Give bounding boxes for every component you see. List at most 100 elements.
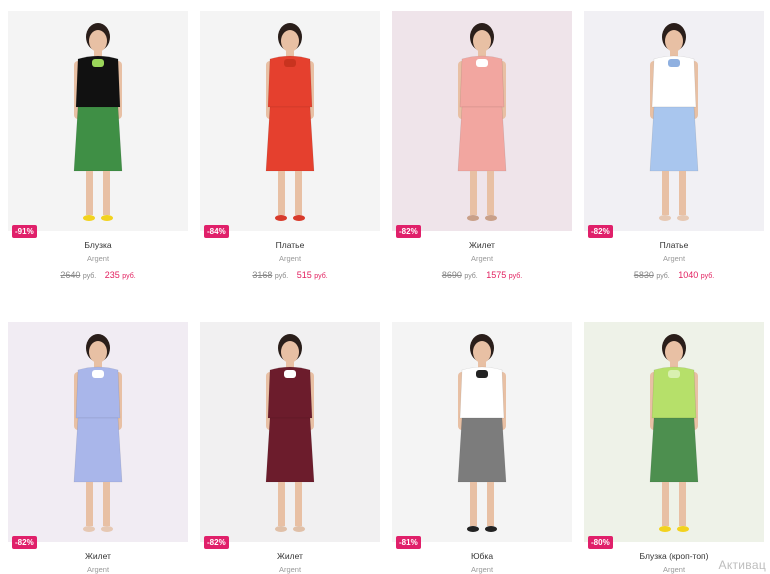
product-card[interactable]: -81% Юбка Argent (392, 322, 572, 574)
shoe-right-shape (485, 526, 497, 532)
leg-right-shape (487, 482, 494, 526)
old-price-currency: руб. (464, 273, 478, 280)
accent-shape (92, 59, 104, 67)
head-shape (281, 341, 299, 363)
activation-watermark: Активац (718, 558, 766, 572)
product-image[interactable] (8, 322, 188, 542)
model-illustration (457, 334, 507, 532)
product-name[interactable]: Платье (584, 240, 764, 250)
product-brand: Argent (278, 565, 302, 574)
accent-shape (668, 59, 680, 67)
discount-badge: -91% (12, 225, 37, 238)
shoe-right-shape (677, 215, 689, 221)
shoe-left-shape (275, 215, 287, 221)
shoe-left-shape (275, 526, 287, 532)
product-card[interactable]: -82% Платье Argent 5830 руб. 1040 руб. (584, 11, 764, 280)
accent-shape (668, 370, 680, 378)
product-card[interactable]: -84% Платье Argent 3168 руб. 515 руб. (200, 11, 380, 280)
bottom-garment-shape (73, 106, 123, 172)
product-card[interactable]: -82% Жилет Argent (8, 322, 188, 574)
product-image[interactable] (8, 11, 188, 231)
model-illustration (73, 23, 123, 221)
bottom-garment-shape (649, 417, 699, 483)
product-name[interactable]: Жилет (392, 240, 572, 250)
product-image[interactable] (200, 11, 380, 231)
product-brand: Argent (662, 254, 686, 263)
discount-badge: -82% (396, 225, 421, 238)
product-image[interactable] (392, 322, 572, 542)
bottom-garment-shape (265, 417, 315, 483)
old-price: 8690 (441, 270, 462, 280)
new-price: 235 (104, 270, 120, 280)
leg-right-shape (103, 171, 110, 215)
shoe-right-shape (101, 526, 113, 532)
product-name[interactable]: Блузка (8, 240, 188, 250)
new-price: 1575 (486, 270, 507, 280)
product-prices: 8690 руб. 1575 руб. (392, 270, 572, 280)
product-image[interactable] (392, 11, 572, 231)
product-name[interactable]: Жилет (8, 551, 188, 561)
head-shape (89, 341, 107, 363)
bottom-garment-shape (73, 417, 123, 483)
product-prices: 2640 руб. 235 руб. (8, 270, 188, 280)
product-brand: Argent (470, 254, 494, 263)
bottom-garment-shape (265, 106, 315, 172)
model-illustration (73, 334, 123, 532)
leg-right-shape (679, 482, 686, 526)
discount-badge: -82% (204, 536, 229, 549)
shoe-left-shape (659, 526, 671, 532)
product-name[interactable]: Платье (200, 240, 380, 250)
model-illustration (457, 23, 507, 221)
leg-right-shape (487, 171, 494, 215)
old-price: 2640 (60, 270, 81, 280)
model-illustration (649, 23, 699, 221)
head-shape (473, 30, 491, 52)
accent-shape (92, 370, 104, 378)
product-card[interactable]: -82% Жилет Argent (200, 322, 380, 574)
shoe-right-shape (293, 526, 305, 532)
bottom-garment-shape (457, 417, 507, 483)
new-price-currency: руб. (508, 273, 523, 280)
discount-badge: -81% (396, 536, 421, 549)
product-prices: 3168 руб. 515 руб. (200, 270, 380, 280)
leg-left-shape (470, 482, 477, 526)
product-brand: Argent (278, 254, 302, 263)
new-price: 515 (296, 270, 312, 280)
product-card[interactable]: -80% Блузка (кроп-топ) Argent (584, 322, 764, 574)
leg-left-shape (86, 171, 93, 215)
head-shape (665, 30, 683, 52)
product-brand: Argent (86, 565, 110, 574)
leg-left-shape (470, 171, 477, 215)
head-shape (473, 341, 491, 363)
accent-shape (284, 59, 296, 67)
product-name[interactable]: Юбка (392, 551, 572, 561)
discount-badge: -82% (588, 225, 613, 238)
product-card[interactable]: -91% Блузка Argent 2640 руб. 235 руб. (8, 11, 188, 280)
shoe-right-shape (101, 215, 113, 221)
leg-right-shape (679, 171, 686, 215)
new-price: 1040 (678, 270, 699, 280)
product-name[interactable]: Жилет (200, 551, 380, 561)
product-image[interactable] (200, 322, 380, 542)
product-image[interactable] (584, 11, 764, 231)
product-grid: -91% Блузка Argent 2640 руб. 235 руб. -8… (0, 0, 770, 574)
accent-shape (476, 59, 488, 67)
leg-right-shape (295, 482, 302, 526)
old-price-currency: руб. (656, 273, 670, 280)
leg-right-shape (103, 482, 110, 526)
old-price-currency: руб. (274, 273, 289, 280)
shoe-left-shape (659, 215, 671, 221)
shoe-right-shape (677, 526, 689, 532)
leg-left-shape (278, 171, 285, 215)
product-brand: Argent (86, 254, 110, 263)
product-image[interactable] (584, 322, 764, 542)
bottom-garment-shape (649, 106, 699, 172)
discount-badge: -84% (204, 225, 229, 238)
new-price-currency: руб. (122, 273, 136, 280)
head-shape (281, 30, 299, 52)
new-price-currency: руб. (700, 273, 715, 280)
leg-right-shape (295, 171, 302, 215)
accent-shape (476, 370, 488, 378)
leg-left-shape (278, 482, 285, 526)
product-card[interactable]: -82% Жилет Argent 8690 руб. 1575 руб. (392, 11, 572, 280)
